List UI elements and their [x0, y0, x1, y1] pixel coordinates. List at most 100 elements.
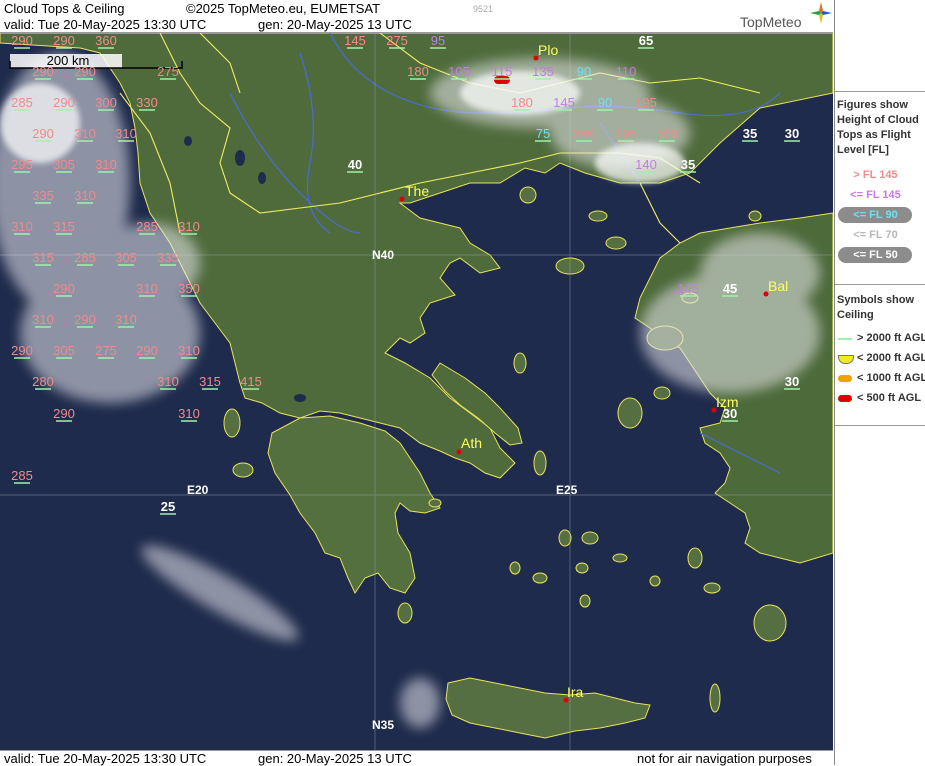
lat-label-n40: N40: [372, 248, 394, 262]
legend-figures-title: Figures show Height of Cloud Tops as Fli…: [837, 98, 925, 158]
satellite-map: 200 km N40 N35 E20 E25 Plo The Ath Bal I…: [0, 33, 833, 750]
legend-class-label: > FL 145: [853, 169, 898, 181]
cloud-top-label: 315: [199, 374, 221, 389]
legend-divider: [835, 91, 925, 92]
brand-name: TopMeteo: [740, 14, 802, 30]
map-title: Cloud Tops & Ceiling: [4, 1, 125, 16]
cloud-top-label: 310: [178, 406, 200, 421]
legend-symbol-row: < 1000 ft AGL: [835, 370, 925, 388]
cloud-top-label: 95: [431, 33, 445, 48]
cloud-top-label: 40: [348, 157, 362, 172]
cloud-top-label: 30: [723, 406, 737, 421]
cloud-top-label: 115: [492, 64, 513, 79]
cloud-top-label: 30: [785, 374, 799, 389]
map-panel[interactable]: 200 km N40 N35 E20 E25 Plo The Ath Bal I…: [0, 33, 833, 750]
cloud-top-label: 290: [74, 312, 96, 327]
compass-logo-icon: [810, 2, 832, 24]
cloud-top-label: 285: [11, 468, 33, 483]
cloud-top-label: 310: [74, 188, 96, 203]
legend-symbol-label: > 2000 ft AGL: [857, 332, 925, 344]
cloud-top-label: 35: [681, 157, 695, 172]
cloud-top-label: 25: [161, 499, 175, 514]
cloud-top-label: 415: [240, 374, 262, 389]
cloud-top-label: 110: [616, 64, 637, 79]
legend-symbol-icon: [838, 355, 854, 364]
city-label-bal: Bal: [768, 278, 788, 294]
cloud-top-label: 305: [53, 343, 75, 358]
cloud-top-label: 280: [32, 374, 54, 389]
city-marker-the: [399, 196, 405, 202]
legend-class-label: <= FL 90: [853, 209, 898, 221]
header-bar: Cloud Tops & Ceiling ©2025 TopMeteo.eu, …: [0, 0, 833, 33]
cloud-top-label: 310: [178, 343, 200, 358]
cloud-top-label: 105: [448, 64, 470, 79]
cloud-top-label: 285: [74, 250, 96, 265]
legend-symbol-icon: [838, 395, 852, 402]
cloud-top-label: 135: [532, 64, 554, 79]
cloud-top-label: 335: [32, 188, 54, 203]
cloud-top-label: 335: [157, 250, 179, 265]
legend-symbols-line: Symbols show: [837, 294, 915, 306]
footer-valid-time: valid: Tue 20-May-2025 13:30 UTC: [4, 751, 207, 766]
cloud-top-label: 310: [178, 219, 200, 234]
cloud-top-label: 310: [32, 312, 54, 327]
cloud-top-label: 275: [157, 64, 179, 79]
lon-label-e20: E20: [187, 483, 209, 497]
lon-label-e25: E25: [556, 483, 578, 497]
legend-class-label: <= FL 145: [850, 189, 901, 201]
city-label-plo: Plo: [538, 42, 558, 58]
cloud-top-label: 65: [639, 33, 653, 48]
cloud-top-label: 90: [598, 95, 612, 110]
cloud-top-label: 30: [785, 126, 799, 141]
cloud-top-label: 310: [74, 126, 96, 141]
cloud-top-label: 290: [74, 64, 96, 79]
city-label-ira: Ira: [567, 684, 584, 700]
cloud-top-label: 350: [178, 281, 200, 296]
cloud-top-label: 290: [32, 126, 54, 141]
legend-symbol-row: < 500 ft AGL: [835, 390, 925, 408]
cloud-top-label: 75: [536, 126, 550, 141]
legend-symbol-row: < 2000 ft AGL: [835, 350, 925, 368]
valid-time: valid: Tue 20-May-2025 13:30 UTC: [4, 17, 207, 32]
cloud-top-label: 290: [53, 406, 75, 421]
cloud-top-label: 290: [11, 343, 33, 358]
cloud-top-label: 195: [635, 95, 657, 110]
footer-bar: valid: Tue 20-May-2025 13:30 UTC gen: 20…: [0, 750, 833, 766]
cloud-top-label: 305: [115, 250, 137, 265]
cloud-top-label: 290: [53, 281, 75, 296]
legend-symbol-label: < 500 ft AGL: [857, 392, 922, 404]
legend-divider: [835, 284, 925, 285]
cloud-top-label: 290: [53, 95, 75, 110]
cloud-top-label: 180: [407, 64, 429, 79]
cloud-top-label: 330: [136, 95, 158, 110]
cloud-top-label: 145: [553, 95, 575, 110]
legend-figures-line: Tops as Flight: [837, 129, 911, 141]
cloud-top-label: 145: [677, 281, 699, 296]
cloud-top-label: 290: [136, 343, 158, 358]
legend-symbol-label: < 2000 ft AGL: [857, 352, 925, 364]
cloud-top-label: 290: [53, 33, 75, 48]
cloud-top-label: 275: [386, 33, 408, 48]
legend-class-label: <= FL 50: [853, 249, 898, 261]
cloud-top-label: 180: [511, 95, 533, 110]
cloud-top-label: 285: [136, 219, 158, 234]
legend-figures-line: Figures show: [837, 99, 908, 111]
cloud-top-label: 275: [95, 343, 117, 358]
cloud-top-label: 290: [11, 33, 33, 48]
cloud-top-label: 295: [11, 157, 33, 172]
legend-figures-line: Height of Cloud: [837, 114, 919, 126]
cloud-top-label: 280: [573, 126, 595, 141]
lat-label-n35: N35: [372, 718, 394, 732]
legend-symbol-icon: [838, 338, 852, 340]
legend-symbol-label: < 1000 ft AGL: [857, 372, 925, 384]
legend-class-row: <= FL 145: [835, 186, 925, 204]
legend-class-label: <= FL 70: [853, 229, 898, 241]
cloud-top-label: 195: [615, 126, 637, 141]
legend-symbol-icon: [838, 375, 852, 382]
legend-class-row: <= FL 90: [835, 206, 925, 224]
cloud-top-label: 160: [656, 126, 678, 141]
legend-symbols-line: Ceiling: [837, 309, 874, 321]
copyright-text: ©2025 TopMeteo.eu, EUMETSAT: [186, 1, 381, 16]
cloud-top-label: 310: [115, 312, 137, 327]
cloud-top-label: 310: [95, 157, 117, 172]
